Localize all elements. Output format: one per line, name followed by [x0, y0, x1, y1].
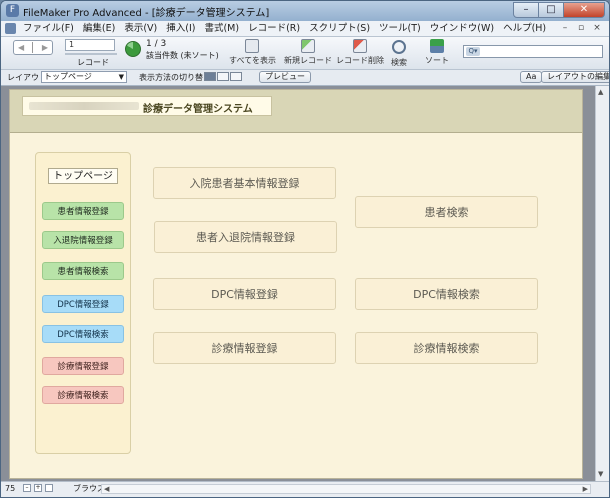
zoom-in-icon[interactable]: + [34, 484, 42, 492]
filemaker-icon: F [6, 4, 19, 17]
doc-minimize-button[interactable]: – [557, 22, 573, 35]
clinical-search-button[interactable]: 診療情報検索 [355, 332, 538, 364]
form-header: 診療データ管理システム [10, 90, 582, 133]
status-toolbar: ◀ ▶ 1 レコード 1 / 3 該当件数 (未ソート) すべてを表示 新規レコ… [1, 37, 609, 70]
edit-layout-button[interactable]: レイアウトの編集 [541, 71, 609, 83]
show-all-label: すべてを表示 [229, 56, 276, 65]
clinical-search-nav-button[interactable]: 診療情報検索 [42, 386, 124, 404]
dpc-search-nav-button[interactable]: DPC情報検索 [42, 325, 124, 343]
window-title: FileMaker Pro Advanced - [診療データ管理システム] [23, 8, 270, 19]
top-page-form: 診療データ管理システム トップページ 患者情報登録 入退院情報登録 患者情報検索… [9, 89, 583, 479]
patient-register-button[interactable]: 患者情報登録 [42, 202, 124, 220]
preview-button[interactable]: プレビュー [259, 71, 311, 83]
menu-bar: ファイル(F) 編集(E) 表示(V) 挿入(I) 書式(M) レコード(R) … [1, 21, 609, 37]
menu-records[interactable]: レコード(R) [248, 22, 300, 35]
menu-insert[interactable]: 挿入(I) [166, 22, 195, 35]
scroll-down-icon[interactable]: ▼ [598, 470, 603, 478]
sort-button[interactable]: ソート [425, 39, 449, 66]
found-set-pie-icon [125, 41, 141, 57]
dpc-register-nav-button[interactable]: DPC情報登録 [42, 295, 124, 313]
layout-select-value: トップページ [44, 72, 92, 81]
menu-view[interactable]: 表示(V) [124, 22, 157, 35]
sort-icon [430, 39, 444, 53]
delete-record-label: レコード削除 [336, 56, 384, 65]
magnifier-icon [392, 40, 406, 54]
admission-discharge-register-button[interactable]: 患者入退院情報登録 [154, 221, 337, 253]
search-icon[interactable]: Q▾ [466, 47, 480, 56]
menu-file[interactable]: ファイル(F) [23, 22, 74, 35]
top-page-label: トップページ [48, 168, 118, 184]
find-button[interactable]: 検索 [391, 39, 407, 68]
view-as-buttons [204, 72, 243, 81]
next-record-icon[interactable]: ▶ [42, 43, 48, 52]
delete-record-button[interactable]: レコード削除 [336, 39, 384, 66]
previous-record-icon[interactable]: ◀ [18, 43, 24, 52]
toggle-toolbar-icon[interactable] [45, 484, 53, 492]
zoom-level[interactable]: 75 [5, 484, 15, 493]
status-bar: 75 – + ブラウズ ◀ ▶ [1, 481, 609, 497]
menu-scripts[interactable]: スクリプト(S) [309, 22, 370, 35]
menu-format[interactable]: 書式(M) [204, 22, 239, 35]
scroll-left-icon[interactable]: ◀ [104, 485, 109, 493]
menu-window[interactable]: ウインドウ(W) [430, 22, 494, 35]
record-label: レコード [77, 58, 109, 67]
doc-close-button[interactable]: × [589, 22, 605, 35]
view-as-label: 表示方法の切り替え: [139, 73, 214, 82]
menu-help[interactable]: ヘルプ(H) [503, 22, 546, 35]
new-record-icon [301, 39, 315, 53]
zoom-out-icon[interactable]: – [23, 484, 31, 492]
minimize-button[interactable]: – [513, 2, 539, 18]
mdi-controls: – ▫ × [557, 22, 605, 35]
document-icon[interactable] [5, 23, 16, 34]
record-slider[interactable] [65, 53, 117, 55]
scroll-up-icon[interactable]: ▲ [598, 88, 603, 96]
system-title: 診療データ管理システム [143, 104, 253, 115]
layout-select[interactable]: トップページ ▼ [41, 71, 127, 83]
record-number-field[interactable]: 1 [65, 39, 115, 51]
new-record-button[interactable]: 新規レコード [284, 39, 332, 66]
menu-tools[interactable]: ツール(T) [379, 22, 421, 35]
find-label: 検索 [391, 58, 407, 67]
scroll-right-icon[interactable]: ▶ [583, 485, 588, 493]
dpc-search-button[interactable]: DPC情報検索 [355, 278, 538, 310]
table-view-button[interactable] [230, 72, 242, 81]
inpatient-basic-register-button[interactable]: 入院患者基本情報登録 [153, 167, 336, 199]
filemaker-window: F FileMaker Pro Advanced - [診療データ管理システム]… [0, 0, 610, 498]
menu-edit[interactable]: 編集(E) [83, 22, 115, 35]
vertical-scrollbar[interactable]: ▲ ▼ [595, 86, 609, 481]
maximize-button[interactable]: □ [538, 2, 564, 18]
organization-name-blurred [29, 102, 139, 110]
patient-search-nav-button[interactable]: 患者情報検索 [42, 262, 124, 280]
close-button[interactable]: ✕ [563, 2, 605, 18]
form-view-button[interactable] [204, 72, 216, 81]
admission-register-button[interactable]: 入退院情報登録 [42, 231, 124, 249]
doc-restore-button[interactable]: ▫ [573, 22, 589, 35]
sort-label: ソート [425, 56, 449, 65]
text-format-button[interactable]: Aa [520, 71, 543, 83]
navigation-panel: トップページ 患者情報登録 入退院情報登録 患者情報検索 DPC情報登録 DPC… [35, 152, 131, 454]
system-title-box: 診療データ管理システム [22, 96, 272, 116]
list-view-button[interactable] [217, 72, 229, 81]
show-all-icon [245, 39, 260, 53]
title-bar[interactable]: F FileMaker Pro Advanced - [診療データ管理システム]… [1, 1, 609, 21]
clinical-register-nav-button[interactable]: 診療情報登録 [42, 357, 124, 375]
quick-find-input[interactable]: Q▾ [463, 45, 603, 58]
delete-record-icon [353, 39, 367, 53]
chevron-down-icon: ▼ [118, 73, 124, 81]
show-all-button[interactable]: すべてを表示 [229, 39, 276, 66]
window-controls: – □ ✕ [513, 2, 605, 18]
dpc-register-button[interactable]: DPC情報登録 [153, 278, 336, 310]
zoom-controls: – + [23, 484, 53, 492]
layout-canvas: 診療データ管理システム トップページ 患者情報登録 入退院情報登録 患者情報検索… [1, 86, 595, 481]
found-count-label: 該当件数 (未ソート) [146, 51, 219, 60]
horizontal-scrollbar[interactable]: ◀ ▶ [101, 484, 591, 494]
record-book-navigator[interactable]: ◀ ▶ [13, 40, 53, 55]
layout-bar: レイアウト: トップページ ▼ 表示方法の切り替え: プレビュー Aa レイアウ… [1, 70, 609, 86]
new-record-label: 新規レコード [284, 56, 332, 65]
record-count: 1 / 3 [146, 39, 167, 49]
patient-search-button[interactable]: 患者検索 [355, 196, 538, 228]
clinical-register-button[interactable]: 診療情報登録 [153, 332, 336, 364]
